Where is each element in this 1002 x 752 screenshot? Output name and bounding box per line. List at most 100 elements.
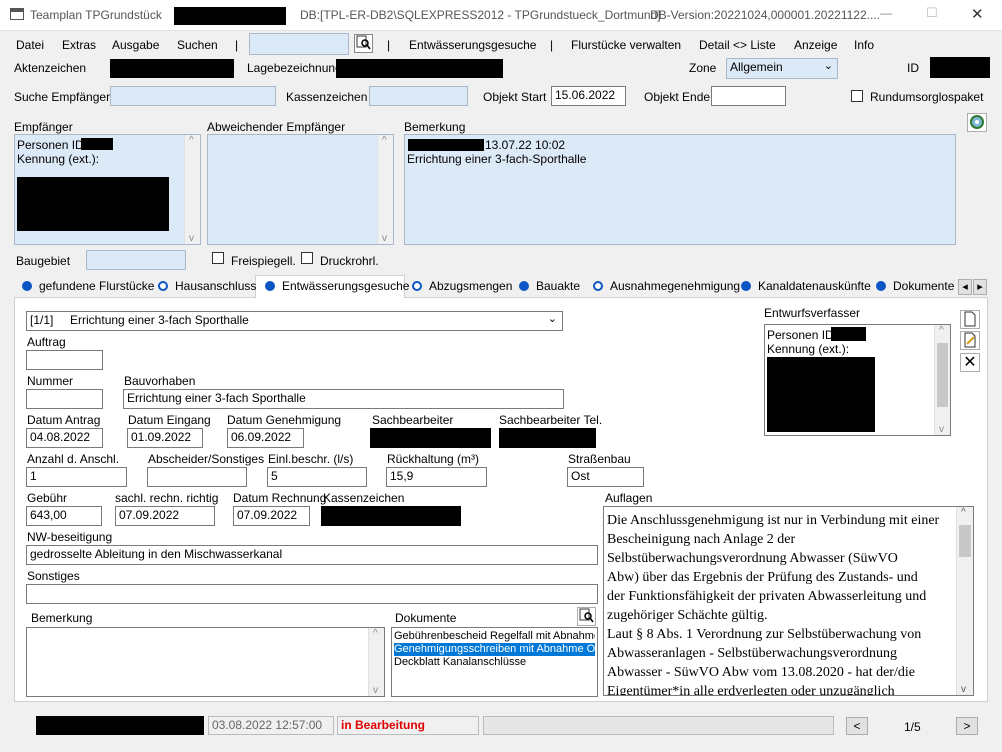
tab-label: gefundene Flurstücke <box>39 279 155 293</box>
datum-eingang-input[interactable]: 01.09.2022 <box>127 428 203 448</box>
dokument-item-selected[interactable]: Genehmigungsschreiben mit Abnahme Ost <box>394 643 595 656</box>
empfaenger-scrollbar[interactable]: ^ v <box>184 135 200 244</box>
tab-scroll-right-button[interactable]: ▸ <box>973 279 987 295</box>
edit-document-icon[interactable] <box>960 331 980 350</box>
baugebiet-input[interactable] <box>86 250 186 270</box>
menu-ausgabe[interactable]: Ausgabe <box>112 38 159 52</box>
aktenzeichen-field[interactable] <box>110 59 234 78</box>
gesuch-selector[interactable]: [1/1] Errichtung einer 3-fach Sporthalle… <box>26 311 563 331</box>
strassenbau-input[interactable]: Ost <box>567 467 644 487</box>
rundum-label: Rundumsorglospaket <box>870 90 984 104</box>
zone-select[interactable]: Allgemein ⌄ <box>726 58 838 79</box>
datum-rechnung-input[interactable]: 07.09.2022 <box>233 506 310 526</box>
menu-suchen[interactable]: Suchen <box>177 38 218 52</box>
close-button[interactable]: ✕ <box>971 5 984 23</box>
next-record-button[interactable]: > <box>956 717 978 735</box>
auflagen-line: Eigentümer*in alle erdverlegten oder unz… <box>607 684 895 696</box>
chevron-down-icon: ⌄ <box>823 60 833 72</box>
sachbearbeiter-tel-field[interactable] <box>499 428 596 448</box>
datum-antrag-input[interactable]: 04.08.2022 <box>26 428 103 448</box>
anzahl-input[interactable]: 1 <box>26 467 127 487</box>
objekt-start-input[interactable]: 15.06.2022 <box>551 86 626 106</box>
db-version: DB-Version:20221024,000001.20221122.... <box>650 8 880 22</box>
auflagen-scrollbar[interactable]: ^ v <box>956 507 973 695</box>
tab-hausanschluss[interactable]: Hausanschluss <box>158 279 256 297</box>
sachl-input[interactable]: 07.09.2022 <box>115 506 215 526</box>
entwurfsverfasser-personen-id: Personen ID: <box>767 328 838 342</box>
objekt-ende-input[interactable] <box>711 86 786 106</box>
db-info: DB:[TPL-ER-DB2\SQLEXPRESS2012 - TPGrunds… <box>300 8 661 22</box>
tab-bauakte[interactable]: Bauakte <box>519 279 580 297</box>
suche-empfaenger-input[interactable] <box>110 86 276 106</box>
chevron-down-icon: ⌄ <box>547 313 557 325</box>
sachbearbeiter-field[interactable] <box>370 428 491 448</box>
tab-dokumente[interactable]: Dokumente <box>876 279 954 297</box>
einl-input[interactable]: 5 <box>267 467 367 487</box>
tab-kanaldatenauskuenfte[interactable]: Kanaldatenauskünfte <box>741 279 871 297</box>
menu-detail-liste[interactable]: Detail <> Liste <box>699 38 776 52</box>
nummer-input[interactable] <box>26 389 103 409</box>
kassenzeichen-input[interactable] <box>369 86 468 106</box>
kassenzeichen-gesuch-field[interactable] <box>321 506 461 526</box>
abweichender-scrollbar[interactable]: ^ v <box>377 135 393 244</box>
title-bar: Teamplan TPGrundstück DB:[TPL-ER-DB2\SQL… <box>0 0 1002 31</box>
entwurfsverfasser-scrollbar[interactable]: ^ v <box>934 325 950 435</box>
dokument-search-icon[interactable] <box>577 607 596 626</box>
status-state: in Bearbeitung <box>337 716 479 735</box>
maximize-button[interactable]: ☐ <box>926 5 938 21</box>
empfaenger-box[interactable]: Personen ID: Kennung (ext.): ^ v <box>14 134 201 245</box>
freispiegel-checkbox[interactable] <box>212 252 224 264</box>
menu-flurstuecke[interactable]: Flurstücke verwalten <box>571 38 681 52</box>
sonstiges-input[interactable] <box>26 584 598 604</box>
druckrohr-checkbox[interactable] <box>301 252 313 264</box>
tab-scroll-left-button[interactable]: ◂ <box>958 279 972 295</box>
refresh-icon[interactable] <box>967 113 987 132</box>
new-document-icon[interactable] <box>960 310 980 329</box>
gebuehr-input[interactable]: 643,00 <box>26 506 102 526</box>
menu-info[interactable]: Info <box>854 38 874 52</box>
tab-label: Bauakte <box>536 279 581 293</box>
lagebezeichnung-field[interactable] <box>336 59 503 78</box>
quick-search-input[interactable] <box>249 33 349 55</box>
abscheider-label: Abscheider/Sonstiges <box>148 452 265 466</box>
druckrohr-label: Druckrohrl. <box>320 254 379 268</box>
bemerkung-top-box[interactable]: 13.07.22 10:02 Errichtung einer 3-fach-S… <box>404 134 956 245</box>
dokumente-list[interactable]: Gebührenbescheid Regelfall mit Abnahme G… <box>391 627 598 697</box>
tab-dot-icon <box>876 281 886 291</box>
entwurfsverfasser-box[interactable]: Personen ID: Kennung (ext.): ^ v <box>764 324 951 436</box>
tab-ausnahmegenehmigung[interactable]: Ausnahmegenehmigung <box>593 279 740 297</box>
delete-icon[interactable]: ✕ <box>960 353 980 372</box>
auflagen-line: Die Anschlussgenehmigung ist nur in Verb… <box>607 513 940 528</box>
abweichender-box[interactable]: ^ v <box>207 134 394 245</box>
empfaenger-personen-id: Personen ID: <box>17 138 88 152</box>
menu-extras[interactable]: Extras <box>62 38 96 52</box>
auftrag-label: Auftrag <box>27 335 66 349</box>
tab-entwaesserungsgesuche[interactable]: Entwässerungsgesuche <box>265 279 409 297</box>
abscheider-input[interactable] <box>147 467 247 487</box>
auflagen-box[interactable]: Die Anschlussgenehmigung ist nur in Verb… <box>603 506 974 696</box>
menu-entwaesserungsgesuche[interactable]: Entwässerungsgesuche <box>409 38 536 52</box>
rueckhaltung-input[interactable]: 15,9 <box>386 467 487 487</box>
dokument-item[interactable]: Deckblatt Kanalanschlüsse <box>394 656 595 669</box>
gesuch-bemerkung-scrollbar[interactable]: ^ v <box>368 628 384 696</box>
tab-abzugsmengen[interactable]: Abzugsmengen <box>412 279 512 297</box>
dokument-item[interactable]: Gebührenbescheid Regelfall mit Abnahme <box>394 630 595 643</box>
datum-genehmigung-input[interactable]: 06.09.2022 <box>227 428 304 448</box>
tab-gefundene-flurstuecke[interactable]: gefundene Flurstücke <box>22 279 154 297</box>
menu-datei[interactable]: Datei <box>16 38 44 52</box>
status-progress <box>483 716 834 735</box>
auftrag-input[interactable] <box>26 350 103 370</box>
prev-record-button[interactable]: < <box>846 717 868 735</box>
gesuch-bemerkung-box[interactable]: ^ v <box>26 627 385 697</box>
search-icon[interactable] <box>354 34 373 53</box>
menu-anzeige[interactable]: Anzeige <box>794 38 837 52</box>
tab-label: Kanaldatenauskünfte <box>758 279 871 293</box>
auflagen-line: Selbstüberwachungsverordnung Abwasser (S… <box>607 551 898 566</box>
tab-label: Abzugsmengen <box>429 279 513 293</box>
kassenzeichen-gesuch-label: Kassenzeichen <box>323 491 405 505</box>
minimize-button[interactable]: — <box>880 6 892 20</box>
bauvorhaben-input[interactable]: Errichtung einer 3-fach Sporthalle <box>123 389 564 409</box>
nw-input[interactable]: gedrosselte Ableitung in den Mischwasser… <box>26 545 598 565</box>
rundum-checkbox[interactable] <box>851 90 863 102</box>
einl-label: Einl.beschr. (l/s) <box>268 452 354 466</box>
